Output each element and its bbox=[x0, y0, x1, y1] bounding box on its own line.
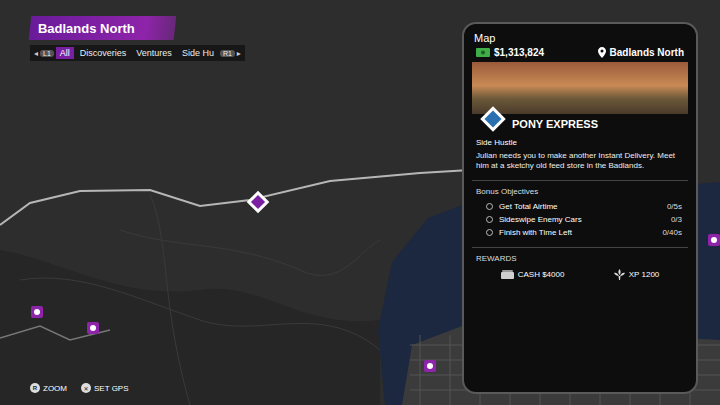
objective-row: Get Total Airtime 0/5s bbox=[472, 200, 688, 213]
top-bar: Badlands North ◂ L1 AllDiscoveriesVentur… bbox=[30, 16, 450, 61]
cash-stack-icon bbox=[501, 270, 514, 279]
filter-tab[interactable]: All bbox=[56, 47, 74, 59]
mission-diamond-icon bbox=[478, 104, 508, 134]
objective-progress: 0/40s bbox=[662, 228, 682, 237]
objective-progress: 0/3 bbox=[671, 215, 682, 224]
region-title: Badlands North bbox=[38, 21, 135, 36]
district-border bbox=[0, 170, 470, 225]
mission-title: PONY EXPRESS bbox=[512, 118, 598, 130]
app-title: Map bbox=[472, 32, 688, 44]
mission-pin-icon[interactable] bbox=[247, 191, 270, 214]
l1-button[interactable]: L1 bbox=[40, 50, 54, 57]
cash-icon bbox=[476, 48, 490, 57]
street bbox=[420, 335, 421, 405]
control-hint[interactable]: ✕ SET GPS bbox=[81, 383, 129, 393]
button-glyph: R bbox=[30, 383, 40, 393]
button-glyph: ✕ bbox=[81, 383, 91, 393]
objective-progress: 0/5s bbox=[667, 202, 682, 211]
mission-description: Julian needs you to make another Instant… bbox=[472, 151, 688, 172]
control-hint[interactable]: R ZOOM bbox=[30, 383, 67, 393]
control-hints: R ZOOM ✕ SET GPS bbox=[30, 383, 450, 393]
phone-panel: Map $1,313,824 Badlands North PONY EXPRE… bbox=[462, 22, 698, 394]
trail bbox=[150, 195, 190, 405]
mission-photo bbox=[472, 62, 688, 114]
objective-row: Finish with Time Left 0/40s bbox=[472, 226, 688, 239]
objective-label: Get Total Airtime bbox=[499, 202, 661, 211]
filter-tab[interactable]: Discoveries bbox=[76, 47, 131, 59]
hud: Badlands North ◂ L1 AllDiscoveriesVentur… bbox=[0, 0, 450, 405]
game-map-screen: Badlands North ◂ L1 AllDiscoveriesVentur… bbox=[0, 0, 720, 405]
r1-button[interactable]: R1 bbox=[220, 50, 235, 57]
objective-label: Sideswipe Enemy Cars bbox=[499, 215, 665, 224]
divider bbox=[472, 247, 688, 248]
rewards-title: REWARDS bbox=[472, 254, 688, 263]
objective-check-icon bbox=[486, 229, 493, 236]
land bbox=[0, 0, 720, 405]
fleur-de-lis-icon bbox=[614, 269, 625, 280]
edge-pin-icon[interactable] bbox=[708, 234, 720, 246]
trail bbox=[120, 230, 380, 276]
location-display: Badlands North bbox=[598, 47, 684, 58]
filter-bar: ◂ L1 AllDiscoveriesVenturesSide Hu R1 ▸ bbox=[30, 45, 245, 61]
street bbox=[450, 335, 451, 405]
objective-label: Finish with Time Left bbox=[499, 228, 656, 237]
cash-display: $1,313,824 bbox=[476, 47, 544, 58]
filter-tab[interactable]: Side Hu bbox=[178, 47, 218, 59]
mission-header: PONY EXPRESS bbox=[472, 104, 688, 134]
bonus-title: Bonus Objectives bbox=[472, 187, 688, 196]
hill-shade bbox=[0, 250, 380, 405]
prev-arrow[interactable]: ◂ bbox=[34, 49, 38, 58]
objective-check-icon bbox=[486, 203, 493, 210]
objective-row: Sideswipe Enemy Cars 0/3 bbox=[472, 213, 688, 226]
reward-item: XP 1200 bbox=[614, 269, 660, 280]
region-banner: Badlands North bbox=[29, 16, 176, 40]
location-pin-icon bbox=[598, 47, 606, 58]
objective-check-icon bbox=[486, 216, 493, 223]
mission-type: Side Hustle bbox=[472, 138, 688, 147]
rewards-row: CASH $4000 XP 1200 bbox=[472, 267, 688, 282]
filter-tab[interactable]: Ventures bbox=[132, 47, 176, 59]
city-pin-icon[interactable] bbox=[424, 360, 436, 372]
divider bbox=[472, 180, 688, 181]
reward-item: CASH $4000 bbox=[501, 269, 565, 280]
next-arrow[interactable]: ▸ bbox=[237, 49, 241, 58]
venture-pin-icon[interactable] bbox=[31, 306, 43, 318]
activity-pin-icon[interactable] bbox=[87, 322, 99, 334]
hint-label: ZOOM bbox=[43, 384, 67, 393]
info-row: $1,313,824 Badlands North bbox=[472, 47, 688, 58]
hint-label: SET GPS bbox=[94, 384, 129, 393]
